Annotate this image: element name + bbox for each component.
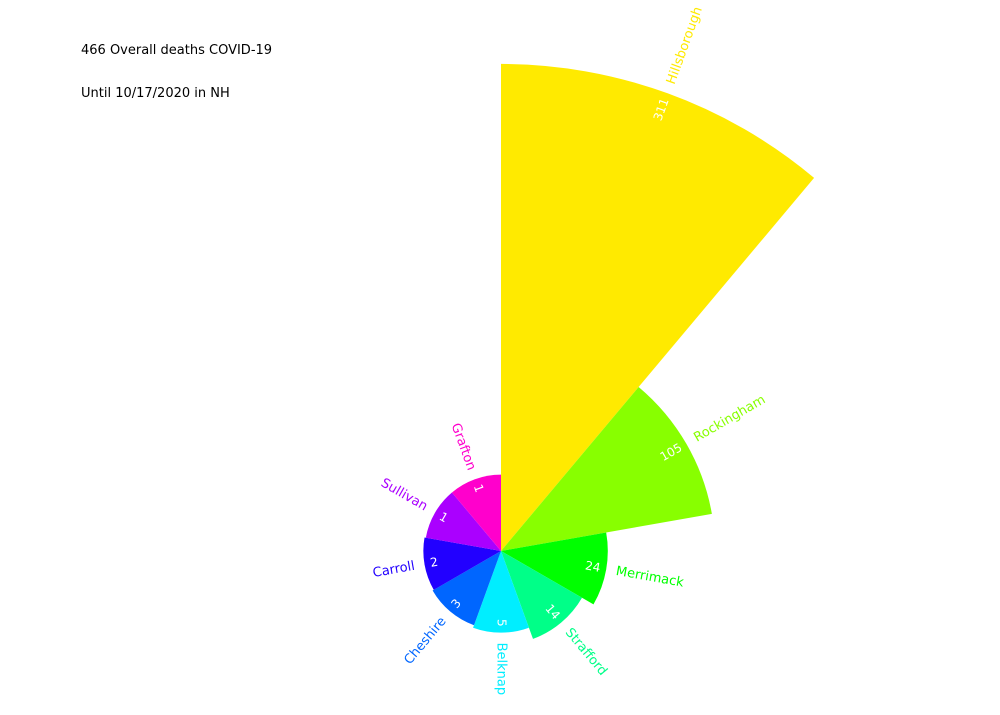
category-label-carroll: Carroll <box>372 559 416 581</box>
category-label-rockingham: Rockingham <box>691 392 768 445</box>
value-label-merrimack: 24 <box>584 558 601 574</box>
value-label-belknap: 5 <box>495 619 509 627</box>
category-label-belknap: Belknap <box>494 643 509 696</box>
polar-bar-chart: 311Hillsborough105Rockingham24 Merrimack1… <box>372 5 815 696</box>
category-label-merrimack: Merrimack <box>615 564 686 591</box>
category-label-sullivan: Sullivan <box>378 476 430 515</box>
category-label-grafton: Grafton <box>448 421 479 472</box>
category-label-strafford: Strafford <box>562 626 610 679</box>
category-label-hillsborough: Hillsborough <box>664 5 706 87</box>
bars-group <box>423 63 815 639</box>
category-label-cheshire: Cheshire <box>401 614 449 667</box>
